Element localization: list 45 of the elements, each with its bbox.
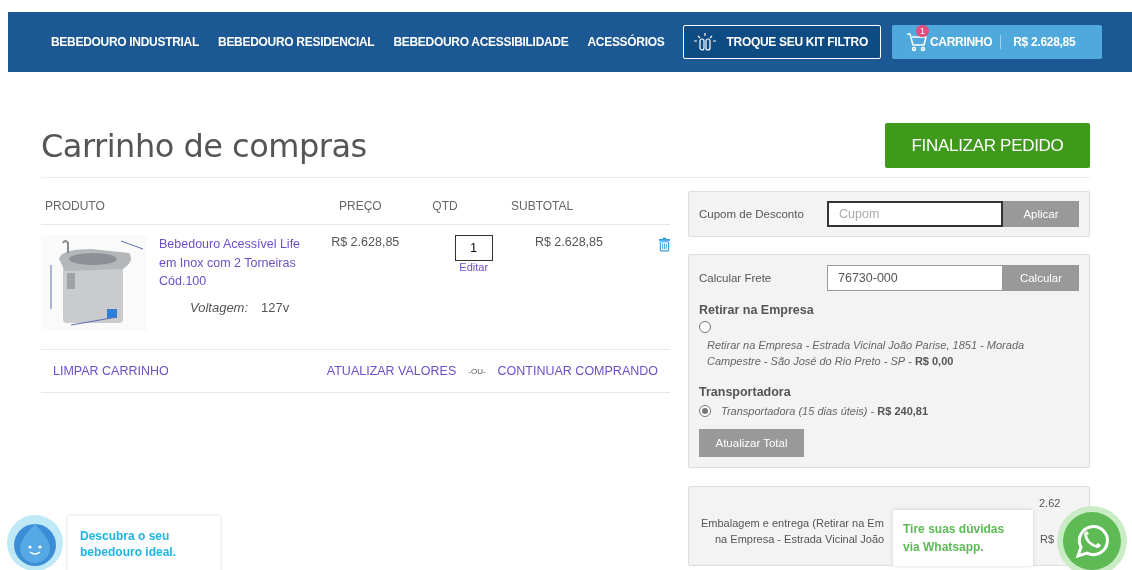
update-values-link[interactable]: ATUALIZAR VALORES bbox=[326, 364, 457, 378]
radio-button[interactable] bbox=[699, 321, 711, 333]
filter-cartridges-icon bbox=[692, 32, 719, 52]
summary-amount: 2.62 bbox=[1039, 497, 1061, 509]
radio-button[interactable] bbox=[699, 405, 711, 417]
option-label: Voltagem: bbox=[190, 299, 249, 315]
cart-total: R$ 2.628,85 bbox=[1013, 35, 1076, 49]
cart-label: CARRINHO bbox=[929, 35, 1002, 49]
summary-text: Embalagem e entrega (Retirar na Em bbox=[701, 517, 884, 529]
price-cell-text: R$ 2.628,85 bbox=[330, 235, 400, 251]
nav-link[interactable]: BEBEDOURO INDUSTRIAL bbox=[51, 35, 199, 49]
water-drop-mascot-icon[interactable] bbox=[6, 514, 64, 570]
page-title: Carrinho de compras bbox=[41, 126, 367, 165]
shipping-method-title: Retirar na Empresa bbox=[699, 303, 815, 317]
cart-button[interactable]: 1 CARRINHO R$ 2.628,85 bbox=[891, 25, 1102, 59]
summary-amount: R$ bbox=[1040, 533, 1055, 545]
separator-text: -OU- bbox=[468, 366, 486, 376]
shipping-option-text: Retirar na Empresa - Estrada Vicinal João Parise, 1851 - Morada Campestre - São José do Rio Preto - SP - R$ 0,00 bbox=[707, 338, 1026, 369]
edit-link[interactable]: Editar bbox=[459, 261, 489, 273]
product-link[interactable]: Bebedouro Acessível Life em Inox com 2 Torneiras Cód.100 bbox=[159, 235, 314, 291]
checkout-button[interactable]: FINALIZAR PEDIDO bbox=[885, 123, 1090, 168]
column-header: PREÇO bbox=[339, 199, 383, 213]
zip-code-field[interactable]: 76730-000 bbox=[827, 265, 1003, 291]
option-value: 127v bbox=[261, 299, 290, 315]
whatsapp-icon[interactable] bbox=[1056, 505, 1128, 570]
nav-link[interactable]: BEBEDOURO ACESSIBILIDADE bbox=[393, 35, 569, 49]
kit-filter-button[interactable]: TROQUE SEU KIT FILTRO bbox=[683, 25, 881, 59]
nav-link[interactable]: ACESSÓRIOS bbox=[587, 35, 665, 49]
column-header: PRODUTO bbox=[45, 199, 106, 213]
coupon-field[interactable]: Cupom bbox=[827, 201, 1003, 227]
shipping-option-text: Transportadora (15 dias úteis) - R$ 240,81 bbox=[721, 404, 929, 419]
subtotal-cell-text: R$ 2.628,85 bbox=[533, 235, 603, 251]
column-header: QTD bbox=[431, 199, 459, 213]
cart-count-badge: 1 bbox=[915, 25, 929, 37]
shipping-method-title: Transportadora bbox=[699, 385, 792, 399]
continue-shopping-link[interactable]: CONTINUAR COMPRANDO bbox=[497, 364, 658, 378]
nav-link[interactable]: BEBEDOURO RESIDENCIAL bbox=[218, 35, 375, 49]
summary-text: na Empresa - Estrada Vicinal João bbox=[715, 533, 885, 545]
quantity-field[interactable]: 1 bbox=[454, 235, 493, 261]
column-header: SUBTOTAL bbox=[511, 199, 575, 213]
cart-icon bbox=[905, 32, 928, 52]
coupon-label: Cupom de Desconto bbox=[699, 208, 805, 220]
trash-icon[interactable] bbox=[659, 237, 670, 252]
shipping-label: Calcular Frete bbox=[699, 272, 773, 284]
clear-cart-link[interactable]: LIMPAR CARRINHO bbox=[53, 364, 169, 378]
